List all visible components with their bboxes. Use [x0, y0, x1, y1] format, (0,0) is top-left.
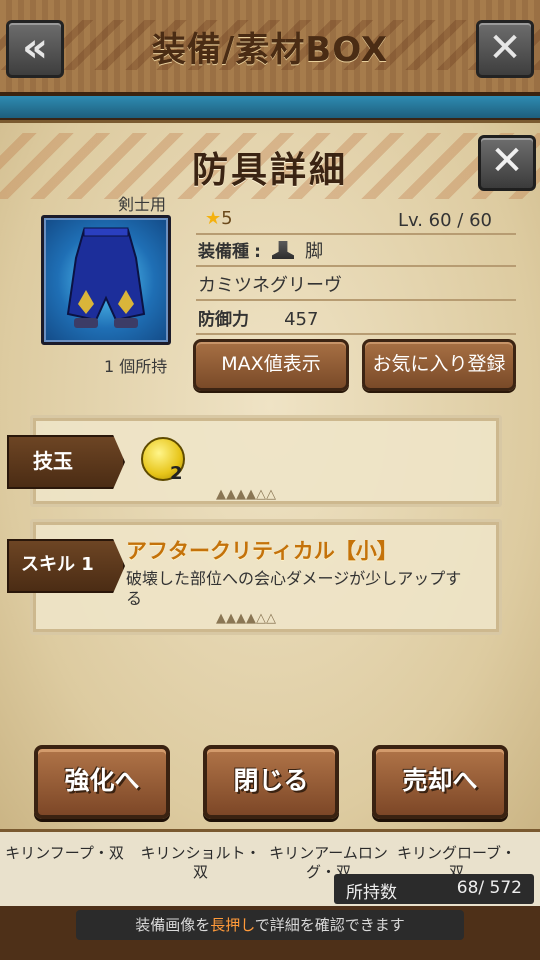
divider [196, 265, 516, 267]
slot-count: 2 [170, 463, 183, 484]
hint-bar: 装備画像を長押しで詳細を確認できます [76, 910, 464, 940]
back-arrow-icon: « [22, 25, 48, 71]
equipment-type: 装備種 : 脚 [198, 237, 323, 263]
armor-detail-modal: 防具詳細 ✕ 剣士用 1 個所持 ★5 Lv. 60 / 60 装備種 : 脚 [0, 120, 540, 832]
armor-image[interactable] [41, 215, 171, 345]
defense-label: 防御力 [198, 310, 249, 330]
divider [196, 333, 516, 335]
back-button[interactable]: « [6, 20, 64, 78]
owned-count: 所持数 68/ 572 [334, 874, 534, 904]
max-stats-button[interactable]: MAX値表示 [193, 339, 349, 391]
type-separator: : [254, 242, 261, 262]
close-icon: ✕ [488, 25, 522, 71]
rarity-value: 5 [221, 208, 233, 229]
box-header: 装備/素材BOX « ✕ [0, 0, 540, 96]
skill-tag: スキル 1 [7, 539, 125, 593]
owned-count-value: 68/ 572 [456, 878, 522, 898]
equipment-type-value: 脚 [305, 241, 324, 262]
favorite-button[interactable]: お気に入り登録 [362, 339, 516, 391]
equipment-type-label: 装備種 [198, 242, 249, 262]
close-icon: ✕ [490, 138, 524, 184]
list-item[interactable]: キリンショルト・双 [138, 844, 263, 882]
app-root: 装備/素材BOX « ✕ キリンフープ・双 キリンショルト・双 キリンアームロン… [0, 0, 540, 960]
hint-highlight: 長押し [210, 916, 255, 934]
scroll-indicator: ▲▲▲▲△△ [216, 487, 276, 502]
defense-value: 457 [284, 309, 319, 330]
skill-description: 破壊した部位への会心ダメージが少しアップする [126, 569, 462, 608]
modal-title: 防具詳細 [191, 150, 348, 191]
leg-armor-icon [272, 241, 294, 259]
divider [196, 233, 516, 235]
skill-name: アフタークリティカル【小】 [126, 539, 398, 563]
list-item[interactable]: キリンフープ・双 [2, 844, 127, 863]
owned-count-label: 所持数 [346, 883, 397, 903]
modal-close-button[interactable]: ✕ [478, 135, 536, 191]
divider [196, 299, 516, 301]
slot-tag: 技玉 [7, 435, 125, 489]
owned-quantity: 1 個所持 [104, 357, 168, 376]
scroll-indicator: ▲▲▲▲△△ [216, 611, 276, 626]
box-close-button[interactable]: ✕ [476, 20, 534, 78]
leg-armor-icon [66, 227, 146, 328]
close-button[interactable]: 閉じる [203, 745, 339, 819]
level: Lv. 60 / 60 [397, 210, 492, 231]
box-title: 装備/素材BOX [151, 30, 389, 70]
rarity: ★5 [205, 208, 233, 229]
hint-text-after: で詳細を確認できます [254, 916, 405, 934]
enhance-button[interactable]: 強化へ [34, 745, 170, 819]
sell-button[interactable]: 売却へ [372, 745, 508, 819]
defense: 防御力 457 [198, 305, 318, 330]
usage-label: 剣士用 [118, 195, 167, 214]
tab-strip [0, 96, 540, 118]
star-icon: ★ [205, 208, 222, 229]
hint-text-before: 装備画像を [135, 916, 211, 934]
item-name: カミツネグリーヴ [198, 275, 342, 296]
